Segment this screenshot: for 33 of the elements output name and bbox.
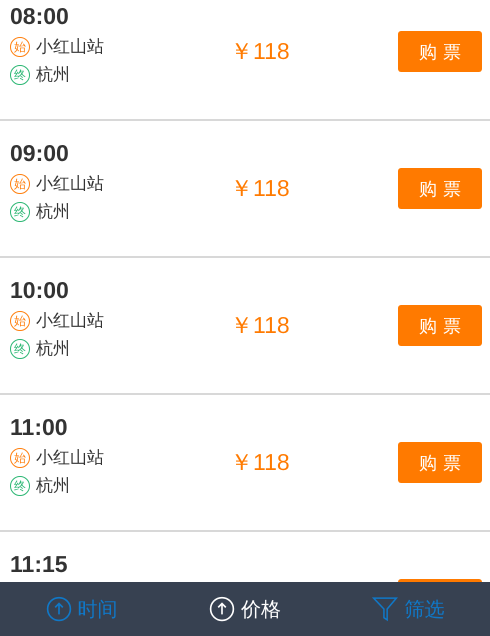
end-station: 杭州	[36, 201, 70, 223]
departure-time: 11:00	[10, 414, 68, 440]
start-station: 小红山站	[36, 310, 104, 332]
start-station: 小红山站	[36, 447, 104, 469]
ticket-price: ￥118	[230, 175, 290, 201]
start-station: 小红山站	[36, 173, 104, 195]
end-badge: 终	[10, 476, 30, 496]
end-badge: 终	[10, 338, 30, 358]
end-badge: 终	[10, 202, 30, 222]
sort-tab[interactable]: 筛选	[370, 594, 446, 624]
buy-ticket-button[interactable]: 购 票	[398, 442, 482, 483]
start-badge: 始	[10, 310, 30, 330]
start-badge: 始	[10, 36, 30, 56]
sort-tab[interactable]: 价格	[206, 594, 283, 624]
end-station: 杭州	[36, 64, 70, 86]
sort-tab[interactable]: 时间	[44, 594, 120, 624]
buy-ticket-button[interactable]: 购 票	[398, 31, 482, 72]
buy-ticket-button[interactable]: 购 票	[398, 305, 482, 346]
start-badge: 始	[10, 448, 30, 468]
ticket-price: ￥118	[230, 312, 290, 338]
start-badge: 始	[10, 174, 30, 194]
departure-time: 10:00	[10, 277, 69, 303]
departure-time: 08:00	[10, 3, 69, 29]
ticket-price: ￥118	[230, 38, 290, 64]
end-badge: 终	[10, 64, 30, 84]
start-station: 小红山站	[36, 36, 104, 58]
buy-ticket-button[interactable]: 购 票	[398, 168, 482, 209]
end-station: 杭州	[36, 475, 70, 497]
end-station: 杭州	[36, 338, 70, 360]
filter-icon	[372, 596, 398, 622]
departure-time: 11:15	[10, 551, 68, 577]
departure-time: 09:00	[10, 140, 69, 166]
ticket-price: ￥118	[230, 449, 290, 475]
